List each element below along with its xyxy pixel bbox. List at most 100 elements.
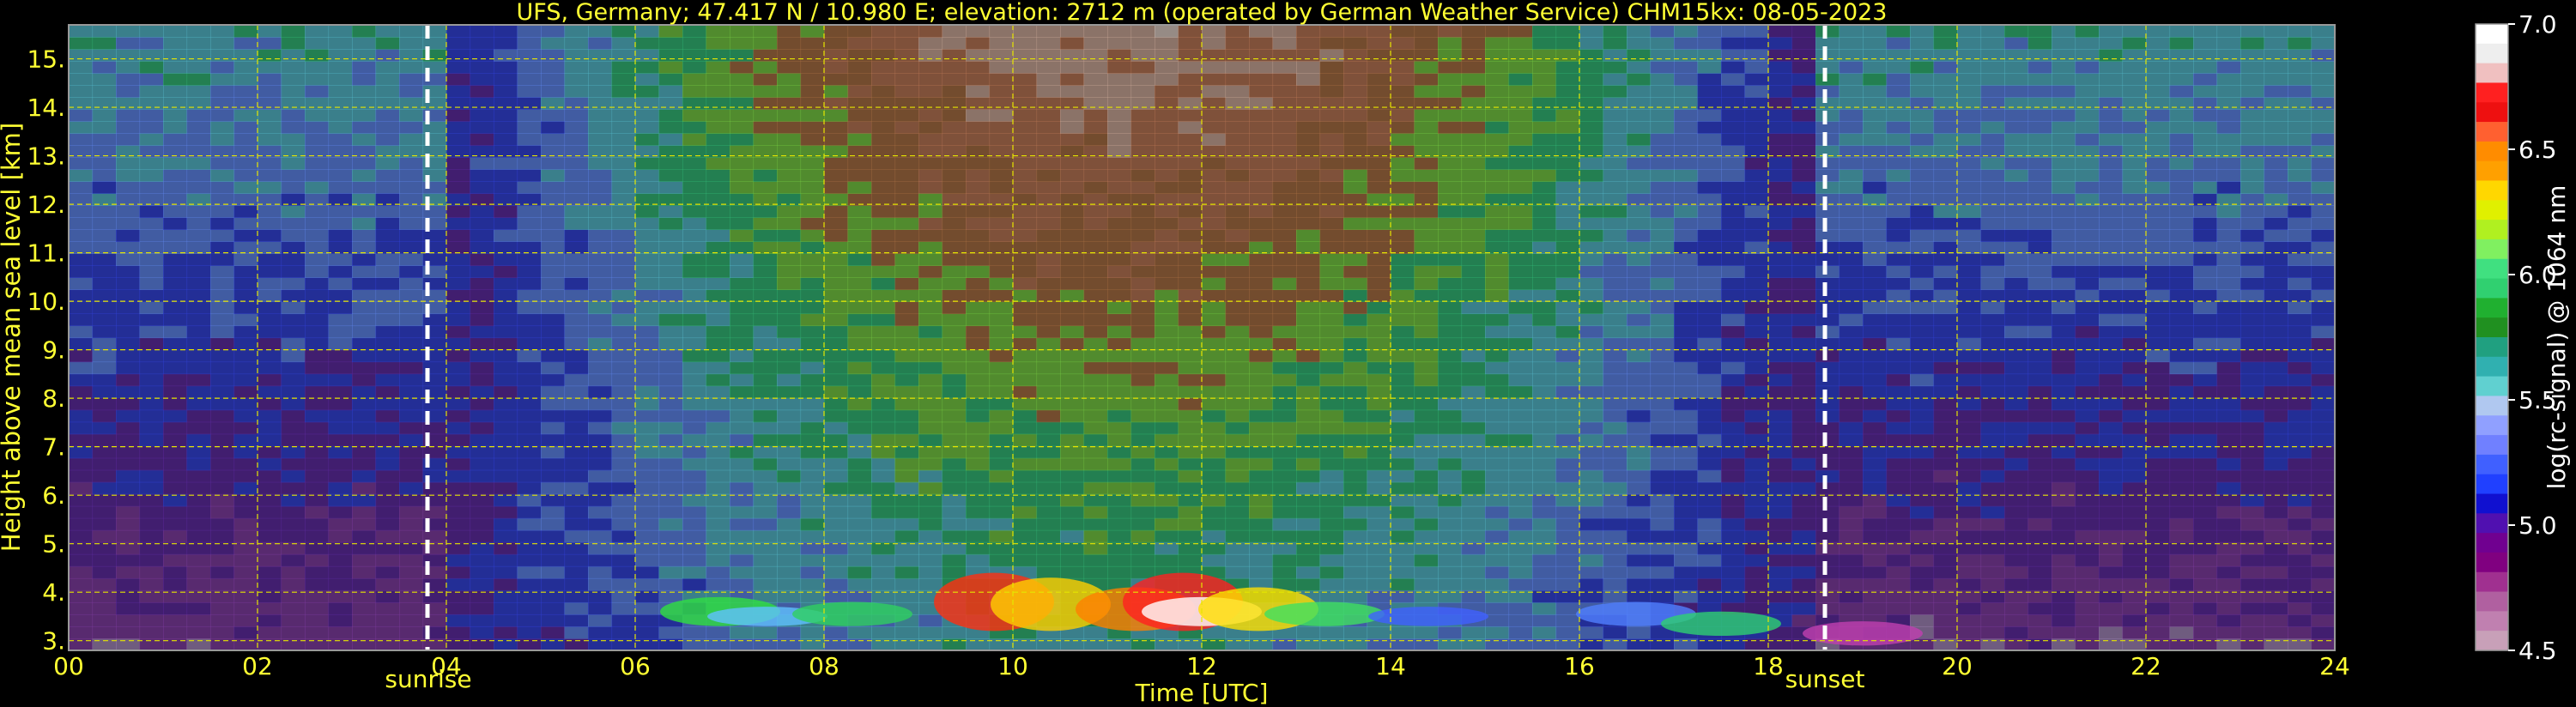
signal-cell [305, 157, 330, 170]
signal-cell [1910, 577, 1935, 591]
signal-cell [1933, 301, 1958, 315]
signal-cell [682, 505, 707, 519]
signal-cell [1910, 301, 1935, 315]
signal-cell [2169, 481, 2194, 495]
signal-cell [2169, 61, 2194, 74]
signal-cell [942, 313, 967, 327]
signal-cell [1555, 445, 1580, 459]
signal-cell [2027, 457, 2052, 471]
signal-cell [399, 37, 424, 50]
signal-cell [1013, 337, 1038, 351]
signal-cell [658, 181, 683, 194]
signal-cell [1367, 349, 1391, 363]
signal-cell [800, 373, 825, 387]
signal-cell [470, 505, 494, 519]
signal-cell [1249, 481, 1274, 495]
signal-cell [352, 313, 377, 327]
signal-cell [2146, 493, 2171, 507]
signal-cell [470, 61, 494, 74]
signal-cell [92, 325, 117, 339]
signal-cell [1178, 253, 1203, 266]
signal-cell [1674, 133, 1699, 146]
signal-cell [352, 577, 377, 591]
signal-cell [2169, 301, 2194, 315]
signal-cell [1130, 301, 1155, 315]
signal-cell [1910, 481, 1935, 495]
signal-cell [1296, 301, 1321, 315]
signal-cell [682, 565, 707, 579]
signal-cell [233, 133, 258, 146]
signal-cell [966, 133, 991, 146]
signal-cell [1910, 97, 1935, 110]
signal-cell [1178, 529, 1203, 543]
signal-cell [1414, 445, 1439, 459]
signal-cell [1721, 541, 1746, 555]
signal-cell [69, 25, 94, 38]
signal-cell [2240, 505, 2265, 519]
signal-cell [635, 73, 660, 86]
signal-cell [611, 481, 636, 495]
signal-cell [541, 217, 566, 230]
signal-cell [989, 169, 1014, 182]
signal-cell [210, 589, 235, 603]
signal-cell [894, 337, 919, 351]
signal-cell [494, 481, 518, 495]
signal-cell [1650, 241, 1675, 254]
signal-cell [2099, 289, 2124, 303]
signal-cell [2052, 613, 2076, 627]
signal-cell [2240, 277, 2265, 291]
signal-cell [352, 361, 377, 375]
signal-cell [1579, 457, 1604, 471]
signal-cell [1343, 25, 1368, 38]
signal-cell [2216, 373, 2241, 387]
signal-cell [69, 289, 94, 303]
signal-cell [233, 169, 258, 182]
signal-cell [1555, 145, 1580, 158]
signal-cell [611, 373, 636, 387]
signal-cell [92, 109, 117, 122]
signal-cell [800, 85, 825, 98]
signal-cell [375, 49, 400, 62]
signal-cell [1485, 373, 1510, 387]
signal-cell [517, 265, 542, 279]
signal-cell [69, 601, 94, 615]
signal-cell [328, 529, 353, 543]
signal-cell [1343, 577, 1368, 591]
signal-cell [258, 61, 282, 74]
signal-cell [352, 433, 377, 447]
signal-cell [494, 601, 518, 615]
signal-cell [1461, 253, 1486, 266]
signal-cell [2288, 541, 2312, 555]
signal-cell [517, 457, 542, 471]
signal-cell [1744, 313, 1769, 327]
signal-cell [1674, 565, 1699, 579]
signal-cell [1579, 397, 1604, 411]
signal-cell [2240, 529, 2265, 543]
signal-cell [2004, 638, 2029, 650]
signal-cell [1036, 397, 1061, 411]
signal-cell [446, 565, 471, 579]
signal-cell [1791, 277, 1816, 291]
signal-cell [1414, 229, 1439, 242]
signal-cell [1650, 193, 1675, 206]
signal-cell [1791, 457, 1816, 471]
signal-cell [2052, 517, 2076, 531]
signal-cell [1508, 409, 1533, 423]
signal-cell [281, 265, 306, 279]
signal-cell [1249, 529, 1274, 543]
signal-cell [1910, 73, 1935, 86]
signal-cell [894, 265, 919, 279]
signal-cell [258, 265, 282, 279]
signal-cell [2075, 157, 2100, 170]
signal-cell [682, 433, 707, 447]
signal-cell [753, 493, 778, 507]
signal-cell [658, 73, 683, 86]
signal-cell [1391, 361, 1415, 375]
signal-cell [824, 289, 849, 303]
signal-cell [2099, 133, 2124, 146]
signal-cell [847, 289, 872, 303]
signal-cell [210, 61, 235, 74]
signal-cell [2027, 253, 2052, 266]
signal-cell [706, 277, 730, 291]
signal-cell [2264, 577, 2288, 591]
